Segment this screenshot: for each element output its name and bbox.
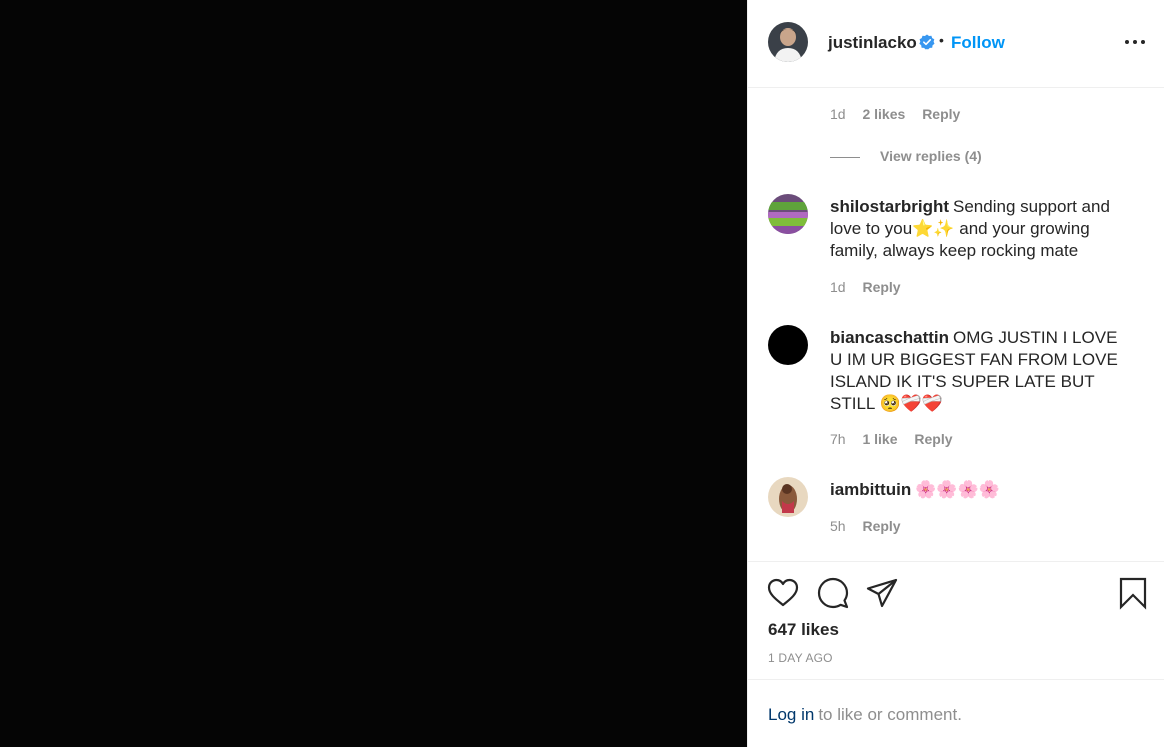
profile-avatar[interactable] xyxy=(768,22,808,62)
commenter-avatar[interactable] xyxy=(768,194,808,234)
post-timestamp: 1 DAY AGO xyxy=(768,651,833,665)
login-rest-text: to like or comment. xyxy=(818,705,962,724)
save-bookmark-icon[interactable] xyxy=(1116,576,1150,610)
comment-meta: 7h 1 like Reply xyxy=(830,431,953,447)
reply-button[interactable]: Reply xyxy=(862,279,900,295)
follow-button[interactable]: Follow xyxy=(951,33,1005,53)
comment-body: shilostarbright Sending support and love … xyxy=(830,196,1130,262)
like-heart-icon[interactable] xyxy=(766,576,800,610)
comment-time: 1d xyxy=(830,106,846,122)
comment-meta: 1d 2 likes Reply xyxy=(830,106,960,122)
comment-time: 5h xyxy=(830,518,846,534)
view-replies-label: View replies (4) xyxy=(880,148,982,164)
commenter-username[interactable]: iambittuin xyxy=(830,480,911,499)
post-likes-count[interactable]: 647 likes xyxy=(768,620,839,640)
comment-time: 7h xyxy=(830,431,846,447)
reply-button[interactable]: Reply xyxy=(914,431,952,447)
commenter-avatar[interactable] xyxy=(768,325,808,365)
comment-body: biancaschattin OMG JUSTIN I LOVE U IM UR … xyxy=(830,327,1130,415)
post-actions: 647 likes 1 DAY AGO xyxy=(748,561,1164,679)
comment-time: 1d xyxy=(830,279,846,295)
post-header: justinlacko • Follow xyxy=(748,0,1164,88)
replies-divider xyxy=(830,156,860,158)
comment-bubble-icon[interactable] xyxy=(816,576,850,610)
login-link[interactable]: Log in xyxy=(768,705,814,724)
comment-meta: 1d Reply xyxy=(830,279,901,295)
comment-likes[interactable]: 2 likes xyxy=(862,106,905,122)
comment-likes[interactable]: 1 like xyxy=(862,431,897,447)
username[interactable]: justinlacko xyxy=(828,33,917,53)
comment-meta: 5h Reply xyxy=(830,518,901,534)
commenter-username[interactable]: shilostarbright xyxy=(830,197,949,216)
share-send-icon[interactable] xyxy=(865,576,899,610)
separator-dot: • xyxy=(939,32,944,48)
view-replies-button[interactable]: View replies (4) xyxy=(830,148,982,164)
comment-body: iambittuin 🌸🌸🌸🌸 xyxy=(830,479,1130,501)
post-media[interactable] xyxy=(0,0,747,747)
post-side-panel: justinlacko • Follow 1d 2 likes Reply Vi… xyxy=(747,0,1164,747)
reply-button[interactable]: Reply xyxy=(922,106,960,122)
login-text: Log in to like or comment. xyxy=(768,705,962,725)
commenter-username[interactable]: biancaschattin xyxy=(830,328,949,347)
more-options-icon[interactable] xyxy=(1125,35,1145,49)
comment-text: 🌸🌸🌸🌸 xyxy=(915,480,1000,499)
login-prompt: Log in to like or comment. xyxy=(748,679,1164,747)
verified-badge-icon xyxy=(919,34,935,50)
commenter-avatar[interactable] xyxy=(768,477,808,517)
reply-button[interactable]: Reply xyxy=(862,518,900,534)
